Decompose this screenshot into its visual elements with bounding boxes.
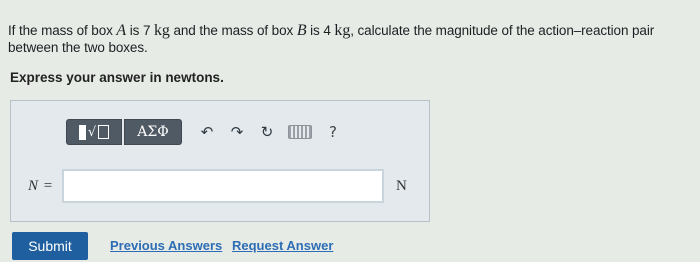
answer-instruction: Express your answer in newtons.: [10, 70, 224, 85]
request-answer-link[interactable]: Request Answer: [232, 238, 333, 253]
answer-variable: N: [28, 178, 39, 194]
question-part-1: If the mass of box: [8, 23, 117, 38]
submit-button[interactable]: Submit: [12, 232, 88, 260]
placeholder-box-icon: [98, 125, 110, 139]
templates-button[interactable]: √: [66, 119, 122, 145]
answer-unit: N: [396, 178, 407, 194]
help-button[interactable]: ?: [318, 119, 348, 145]
box-a-variable: A: [116, 22, 127, 39]
question-text: If the mass of box A is 7 kg and the mas…: [8, 22, 692, 56]
undo-icon[interactable]: ↶: [192, 119, 222, 145]
question-part-4: is 4: [306, 23, 335, 38]
math-toolbar: √ ΑΣΦ ↶ ↷ ↻ ?: [66, 118, 348, 146]
mass-unit-a: kg: [154, 22, 170, 39]
previous-answers-link[interactable]: Previous Answers: [110, 238, 222, 253]
greek-symbols-button[interactable]: ΑΣΦ: [124, 119, 182, 145]
equals-sign: =: [40, 178, 53, 194]
template-block-icon: [78, 124, 86, 140]
question-part-2: is 7: [126, 23, 155, 38]
answer-variable-label: N =: [28, 178, 52, 195]
radical-icon: √: [87, 124, 97, 140]
keyboard-shortcuts-button[interactable]: [282, 119, 318, 145]
question-part-3: and the mass of box: [169, 23, 297, 38]
keyboard-icon: [288, 125, 312, 139]
reset-icon[interactable]: ↻: [252, 119, 282, 145]
redo-icon[interactable]: ↷: [222, 119, 252, 145]
answer-input[interactable]: [62, 169, 384, 203]
mass-unit-b: kg: [334, 22, 351, 39]
box-b-variable: B: [296, 22, 307, 39]
